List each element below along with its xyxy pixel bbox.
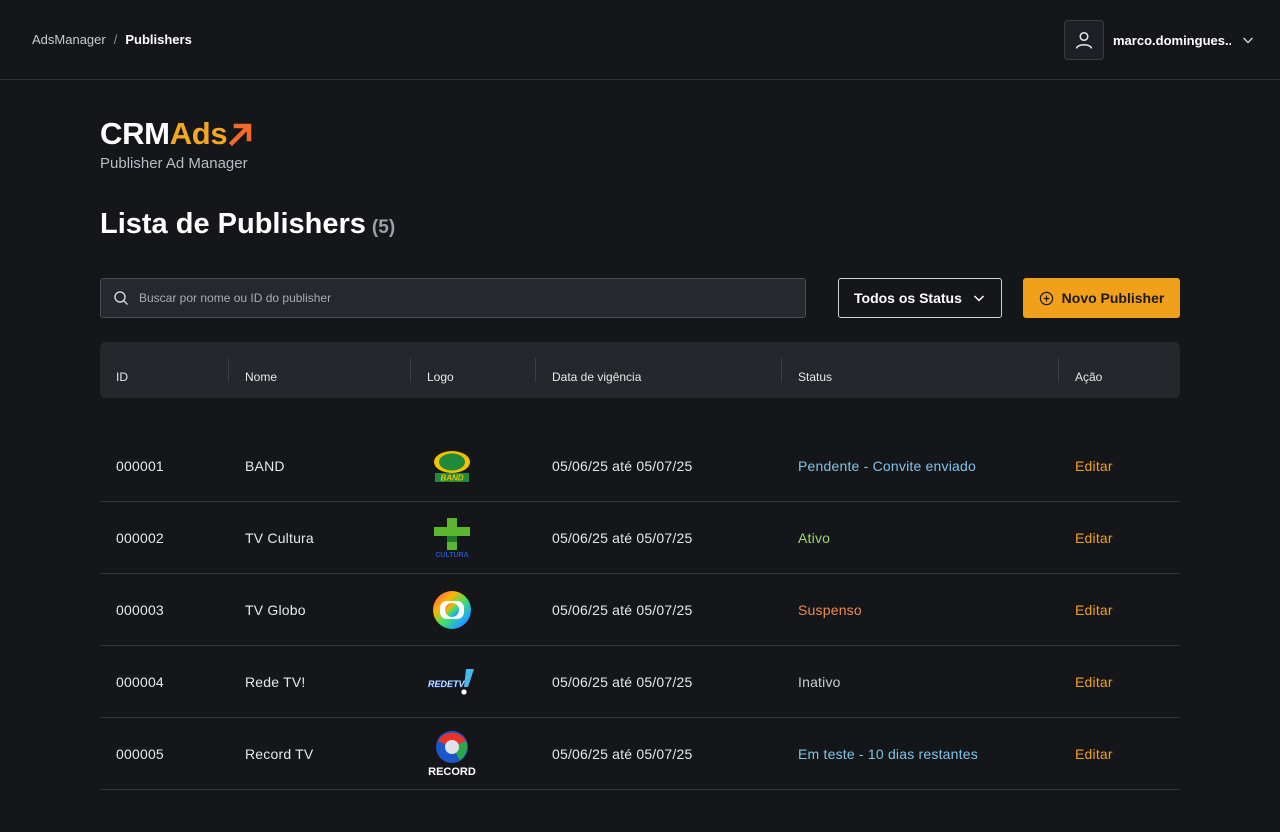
column-header-logo: Logo (427, 370, 454, 384)
brand-subtitle: Publisher Ad Manager (100, 155, 248, 172)
column-divider (781, 358, 782, 382)
breadcrumb-current: Publishers (125, 32, 192, 47)
svg-text:BAND: BAND (440, 474, 463, 483)
row-name: Record TV (245, 746, 314, 762)
row-name: Rede TV! (245, 674, 306, 690)
page-title-text: Lista de Publishers (100, 208, 366, 240)
table-row: 000001 BAND BAND 05/06/25 até 05/07/25 P… (100, 430, 1180, 502)
band-logo: BAND (426, 430, 478, 502)
row-date: 05/06/25 até 05/07/25 (552, 602, 693, 618)
row-id: 000002 (116, 530, 164, 546)
globo-logo (426, 574, 478, 646)
column-divider (535, 358, 536, 382)
status-text: Em teste - 10 dias restantes (798, 746, 978, 762)
chevron-down-icon (973, 295, 984, 302)
brand-name-part1: CRM (100, 116, 170, 151)
edit-link[interactable]: Editar (1075, 430, 1113, 502)
search-icon (114, 291, 129, 306)
table-row: 000005 Record TV RECORD 05/06/25 até 05/… (100, 718, 1180, 790)
chevron-down-icon[interactable] (1241, 33, 1255, 47)
status-text: Ativo (798, 530, 831, 546)
status-text: Suspenso (798, 602, 862, 618)
status-text: Pendente - Convite enviado (798, 458, 976, 474)
search-box[interactable] (100, 278, 806, 318)
brand-logo: CRM Ads Publisher Ad Manager (100, 117, 254, 172)
breadcrumb: AdsManager / Publishers (32, 32, 192, 47)
column-divider (1058, 358, 1059, 382)
row-id: 000005 (116, 746, 164, 762)
row-name: BAND (245, 458, 285, 474)
column-divider (410, 358, 411, 382)
column-header-name[interactable]: Nome (245, 370, 277, 384)
svg-text:RECORD: RECORD (428, 766, 476, 778)
new-publisher-label: Novo Publisher (1061, 290, 1165, 306)
redetv-logo: REDETV (426, 646, 478, 718)
table-row: 000003 TV Globo 05/06/25 até 05/07/25 Su… (100, 574, 1180, 646)
column-header-date[interactable]: Data de vigência (552, 370, 641, 384)
row-date: 05/06/25 até 05/07/25 (552, 674, 693, 690)
avatar[interactable] (1064, 20, 1104, 60)
page-title: Lista de Publishers (5) (100, 208, 395, 241)
svg-text:CULTURA: CULTURA (435, 552, 468, 559)
record-logo: RECORD (426, 718, 478, 790)
edit-link[interactable]: Editar (1075, 502, 1113, 574)
row-name: TV Globo (245, 602, 306, 618)
row-id: 000003 (116, 602, 164, 618)
column-header-action: Ação (1075, 370, 1103, 384)
column-header-id[interactable]: ID (116, 370, 128, 384)
table-row: 000002 TV Cultura CULTURA 05/06/25 até 0… (100, 502, 1180, 574)
user-icon (1075, 31, 1093, 49)
status-filter-label: Todos os Status (854, 290, 962, 306)
row-date: 05/06/25 até 05/07/25 (552, 746, 693, 762)
new-publisher-button[interactable]: Novo Publisher (1023, 278, 1180, 318)
row-id: 000001 (116, 458, 164, 474)
plus-circle-icon (1039, 291, 1053, 305)
user-name[interactable]: marco.domingues... (1113, 33, 1231, 48)
cultura-logo: CULTURA (426, 502, 478, 574)
column-divider (228, 358, 229, 382)
column-header-status[interactable]: Status (798, 370, 832, 384)
search-input[interactable] (139, 291, 739, 305)
edit-link[interactable]: Editar (1075, 646, 1113, 718)
status-filter-dropdown[interactable]: Todos os Status (838, 278, 1002, 318)
svg-text:REDETV: REDETV (428, 679, 466, 689)
row-date: 05/06/25 até 05/07/25 (552, 530, 693, 546)
row-name: TV Cultura (245, 530, 314, 546)
status-text: Inativo (798, 674, 841, 690)
breadcrumb-separator: / (113, 32, 118, 47)
edit-link[interactable]: Editar (1075, 574, 1113, 646)
edit-link[interactable]: Editar (1075, 718, 1113, 790)
row-date: 05/06/25 até 05/07/25 (552, 458, 693, 474)
publisher-count: (5) (371, 217, 396, 238)
brand-name-part2: Ads (169, 116, 228, 151)
row-id: 000004 (116, 674, 164, 690)
user-menu[interactable]: marco.domingues... (1064, 20, 1255, 60)
table-header: ID Nome Logo Data de vigência Status Açã… (100, 342, 1180, 398)
arrow-up-right-icon (229, 123, 252, 147)
table-row: 000004 Rede TV! REDETV 05/06/25 até 05/0… (100, 646, 1180, 718)
breadcrumb-root[interactable]: AdsManager (32, 32, 106, 47)
top-bar: AdsManager / Publishers marco.domingues.… (0, 0, 1280, 80)
